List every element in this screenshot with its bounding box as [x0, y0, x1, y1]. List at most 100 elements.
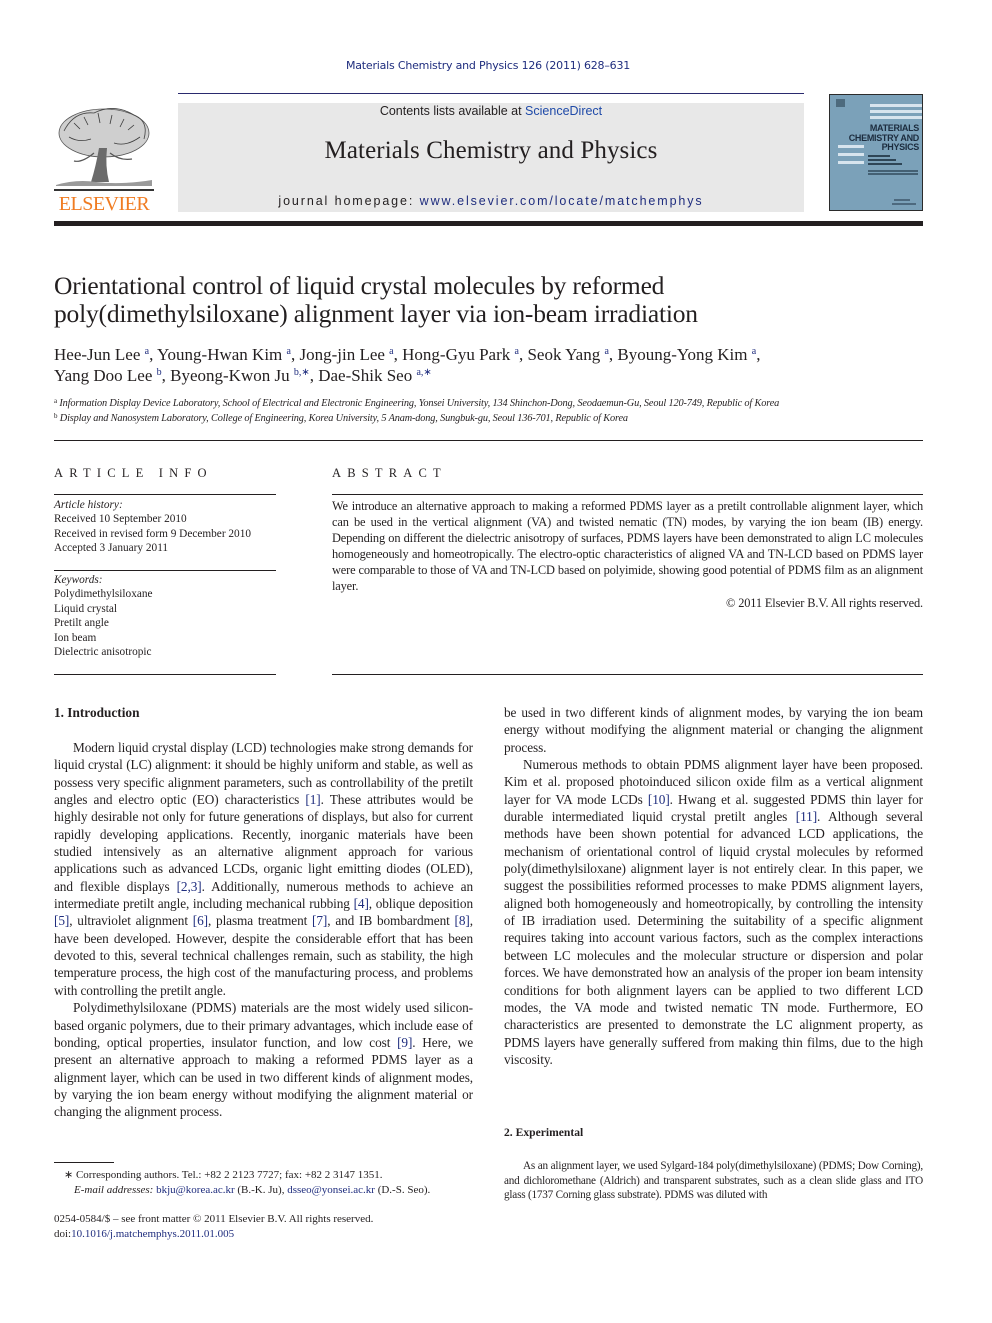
corresponding-author-note: ∗ Corresponding authors. Tel.: +82 2 212…	[64, 1169, 383, 1181]
citation-link[interactable]: [1]	[305, 792, 320, 807]
citation-link[interactable]: [11]	[796, 809, 817, 824]
cover-text-line	[894, 199, 910, 201]
paragraph: As an alignment layer, we used Sylgard-1…	[504, 1160, 923, 1202]
divider	[54, 494, 276, 495]
history-item: Received 10 September 2010	[54, 513, 187, 526]
author[interactable]: Byeong-Kwon Ju b,∗	[170, 366, 310, 385]
journal-name: Materials Chemistry and Physics	[324, 137, 658, 164]
author-list: Hee-Jun Lee a, Young-Hwan Kim a, Jong-ji…	[54, 345, 761, 385]
affiliation-mark[interactable]: b,∗	[294, 367, 310, 378]
citation-link[interactable]: [4]	[354, 896, 369, 911]
affiliation: a Information Display Device Laboratory,…	[54, 397, 780, 410]
paragraph: Modern liquid crystal display (LCD) tech…	[54, 739, 473, 999]
section-heading-experimental: 2. Experimental	[504, 1126, 584, 1139]
experimental-body: As an alignment layer, we used Sylgard-1…	[504, 1159, 923, 1203]
author[interactable]: Seok Yang a	[527, 345, 608, 364]
cover-text-line	[892, 203, 916, 205]
cover-stripe	[870, 104, 922, 107]
cover-text-line	[868, 159, 896, 161]
email-label: E-mail addresses:	[74, 1183, 154, 1196]
email-note: E-mail addresses: bkju@korea.ac.kr (B.-K…	[54, 1183, 494, 1198]
article-title-line: poly(dimethylsiloxane) alignment layer v…	[54, 299, 698, 328]
footnote-rule	[54, 1162, 114, 1163]
author[interactable]: Byoung-Yong Kim a	[617, 345, 756, 364]
text-run: , and IB bombardment	[327, 913, 455, 929]
abstract-heading: ABSTRACT	[332, 466, 447, 480]
email-link[interactable]: bkju@korea.ac.kr	[156, 1184, 235, 1196]
elsevier-tree-icon	[54, 108, 154, 191]
author[interactable]: Hong-Gyu Park a	[402, 345, 519, 364]
text-run: , plasma treatment	[207, 913, 313, 929]
affiliation-mark[interactable]: a	[287, 346, 291, 357]
affiliation-mark[interactable]: a	[389, 346, 393, 357]
section-heading-introduction: 1. Introduction	[54, 705, 140, 720]
body-column-right: be used in two different kinds of alignm…	[504, 704, 923, 1068]
paragraph: Numerous methods to obtain PDMS alignmen…	[504, 756, 923, 1068]
paragraph: Polydimethylsiloxane (PDMS) materials ar…	[54, 999, 473, 1120]
divider	[332, 674, 923, 675]
email-owner: (B.-K. Ju),	[234, 1183, 288, 1196]
contents-line: Contents lists available at ScienceDirec…	[178, 104, 804, 118]
issn-line: 0254-0584/$ – see front matter © 2011 El…	[54, 1213, 374, 1225]
email-link[interactable]: dsseo@yonsei.ac.kr	[287, 1184, 375, 1196]
history-label: Article history:	[54, 499, 123, 511]
affiliation-mark[interactable]: a,∗	[416, 367, 431, 378]
keyword: Ion beam	[54, 631, 97, 644]
cover-text-line	[868, 163, 902, 165]
text-run: , ultraviolet alignment	[69, 913, 193, 929]
text-run: . Although several methods have been sho…	[504, 809, 923, 1067]
abstract-text: We introduce an alternative approach to …	[332, 499, 923, 594]
cover-title: MATERIALS CHEMISTRY AND PHYSICS	[830, 123, 920, 153]
citation-link[interactable]: [10]	[648, 792, 670, 807]
doi-line: doi:10.1016/j.matchemphys.2011.01.005	[54, 1227, 494, 1242]
affiliation-mark[interactable]: a	[752, 346, 756, 357]
citation-link[interactable]: [7]	[312, 913, 327, 928]
cover-stripe	[870, 110, 922, 113]
footnotes: ∗ Corresponding authors. Tel.: +82 2 212…	[54, 1168, 494, 1197]
citation-link[interactable]: [2,3]	[177, 879, 202, 894]
front-matter: 0254-0584/$ – see front matter © 2011 El…	[54, 1212, 494, 1241]
homepage-prefix: journal homepage:	[278, 194, 420, 208]
keywords: Keywords: Polydimethylsiloxane Liquid cr…	[54, 573, 284, 659]
divider	[54, 570, 276, 571]
affiliation-mark[interactable]: b	[157, 367, 162, 378]
cover-stripe	[838, 161, 864, 164]
text-run: , oblique deposition	[368, 896, 473, 912]
affiliation-mark[interactable]: a	[145, 346, 149, 357]
article-info-heading: ARTICLE INFO	[54, 466, 213, 480]
journal-cover-thumbnail[interactable]: MATERIALS CHEMISTRY AND PHYSICS	[829, 94, 923, 211]
history-item: Accepted 3 January 2011	[54, 542, 169, 555]
author[interactable]: Hee-Jun Lee a	[54, 345, 149, 364]
author[interactable]: Young-Hwan Kim a	[157, 345, 291, 364]
citation-link[interactable]: [9]	[397, 1035, 412, 1050]
elsevier-wordmark: ELSEVIER	[58, 193, 150, 215]
doi-link[interactable]: 10.1016/j.matchemphys.2011.01.005	[71, 1228, 234, 1240]
citation-link[interactable]: [6]	[193, 913, 208, 928]
affiliation-mark[interactable]: a	[515, 346, 519, 357]
article-title: Orientational control of liquid crystal …	[54, 272, 934, 328]
cover-text-line	[868, 155, 890, 157]
citation-link[interactable]: [5]	[54, 913, 69, 928]
affiliation-mark[interactable]: a	[604, 346, 608, 357]
article-title-line: Orientational control of liquid crystal …	[54, 271, 665, 300]
body-column-left: Modern liquid crystal display (LCD) tech…	[54, 739, 473, 1122]
journal-banner: Contents lists available at ScienceDirec…	[178, 103, 804, 212]
divider	[332, 494, 923, 495]
keywords-label: Keywords:	[54, 574, 103, 586]
email-owner: (D.-S. Seo).	[374, 1183, 431, 1196]
abstract-copyright: © 2011 Elsevier B.V. All rights reserved…	[725, 595, 923, 610]
header-thick-rule	[54, 221, 923, 226]
running-head[interactable]: Materials Chemistry and Physics 126 (201…	[0, 59, 976, 72]
author[interactable]: Yang Doo Lee b	[54, 366, 162, 385]
cover-emblem-icon	[836, 99, 845, 107]
homepage-link[interactable]: www.elsevier.com/locate/matchemphys	[420, 194, 704, 208]
paragraph-continued: be used in two different kinds of alignm…	[504, 705, 923, 755]
divider	[54, 440, 923, 441]
author[interactable]: Jong-jin Lee a	[299, 345, 393, 364]
homepage-line: journal homepage: www.elsevier.com/locat…	[178, 194, 804, 208]
elsevier-logo[interactable]: ELSEVIER	[54, 103, 154, 215]
author[interactable]: Dae-Shik Seo a,∗	[318, 366, 432, 385]
cover-stripe	[838, 145, 864, 148]
citation-link[interactable]: [8]	[455, 913, 470, 928]
sciencedirect-link[interactable]: ScienceDirect	[525, 104, 602, 118]
